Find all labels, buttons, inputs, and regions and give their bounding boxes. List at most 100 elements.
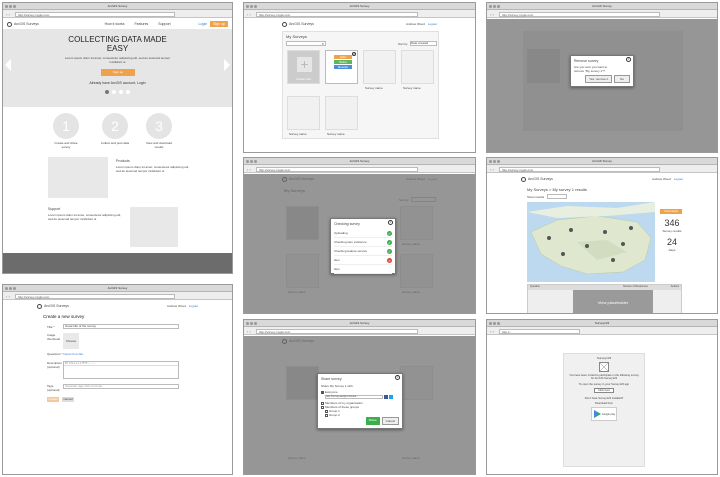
stat-label: Survey results [662,229,682,233]
carousel-dot[interactable] [126,90,130,94]
image-choose-box[interactable]: Choose [63,333,79,349]
back-forward-icon[interactable]: ‹ › [490,329,494,334]
cancel-button[interactable]: Cancel [381,417,399,425]
results-button[interactable]: Results [334,65,352,69]
browser-urlbar: ‹ › http://survey.mygis.com [487,10,717,18]
user-name[interactable]: Andrew Wood [406,22,425,26]
checkbox-checked-icon[interactable] [321,390,324,394]
column-header: Actions [670,285,679,288]
url-field[interactable]: http://survey.mygis.com [256,11,418,17]
checkbox-icon[interactable] [321,405,324,409]
checkbox-icon[interactable] [325,409,328,413]
back-forward-icon[interactable]: ‹ › [490,12,494,17]
browser-urlbar: ‹ › http://survey.mygis.com [244,327,475,335]
checkbox-icon[interactable] [321,401,324,405]
edit-button[interactable]: Edit [334,55,352,59]
user-name[interactable]: Andrew Wood [652,177,671,181]
cancel-button[interactable]: Cancel [62,397,74,402]
carousel-dot[interactable] [105,90,109,94]
survey-tile[interactable] [401,50,434,84]
back-forward-icon[interactable]: ‹ › [490,167,494,172]
confirm-remove-button[interactable]: Yes, remove it [585,75,613,83]
have-account-text[interactable]: Already have ArcGIS account, Login [43,81,192,85]
nav-support[interactable]: Support [158,22,170,26]
url-field[interactable]: http://survey.mygis.com [499,166,660,172]
google-play-badge[interactable]: Google play [591,407,617,421]
url-field[interactable]: http://survey.mygis.com [15,293,176,299]
open-survey-button[interactable]: Click here [594,388,614,393]
back-forward-icon[interactable]: ‹ › [247,329,251,334]
search-input[interactable]: ⌕ [286,41,326,46]
survey-name: Survey name [327,132,345,136]
url-field[interactable]: http://... [499,328,580,334]
signup-button[interactable]: Sign up [210,21,228,27]
tags-label: Tags (optional) [47,384,60,392]
everyone-option[interactable]: Everyone [321,390,399,394]
twitter-icon[interactable] [389,395,393,399]
remove-survey-window: ArcGIS Survey ‹ › http://survey.mygis.com… [486,2,718,153]
url-field[interactable]: http://survey.mygis.com [15,11,176,17]
carousel-dot[interactable] [119,90,123,94]
logout-link[interactable]: Logout [428,22,437,26]
editor-toolbar: B I U S ≡ ≡ ≡ ≡ ☰ ☰ ⁝ ⁝ ⁝ ⁝ ⁝ [64,362,178,366]
url-field[interactable]: http://survey.mygis.com [256,328,418,334]
window-title: Survey123 [594,321,610,325]
window-titlebar: ArcGIS Survey [487,158,717,165]
window-titlebar: ArcGIS Survey [3,3,232,10]
close-icon[interactable]: × [626,57,631,62]
sort-select[interactable]: Date created [410,41,437,46]
map-view[interactable] [527,202,655,282]
create-button[interactable]: Create [47,397,59,402]
window-title: ArcGIS Survey [349,321,370,325]
close-icon[interactable]: × [395,375,400,380]
survey-link-input[interactable]: http://survey.arcgis.com/sur... [325,395,383,399]
remove-dialog: Remove survey × Are you sure you want to… [570,55,634,87]
close-icon[interactable]: × [388,220,393,225]
tags-input[interactable]: Separate tags with commas [63,384,179,389]
back-forward-icon[interactable]: ‹ › [6,12,10,17]
back-forward-icon[interactable]: ‹ › [247,12,251,17]
nav-how-it-works[interactable]: How it works [105,22,125,26]
show-results-select[interactable] [547,194,567,199]
check-row: Checking feature service ✓ [334,247,392,256]
carousel-dot[interactable] [112,90,116,94]
survey-tile[interactable] [287,96,320,130]
everyone-label: Everyone [325,390,338,394]
back-forward-icon[interactable]: ‹ › [6,294,10,299]
delete-icon[interactable]: × [352,52,356,56]
url-field[interactable]: http://survey.mygis.com [256,166,418,172]
share-button[interactable]: Share [334,60,352,64]
title-input[interactable]: Great title of the survey [63,324,179,329]
share-button[interactable]: Share [365,417,380,425]
description-editor[interactable]: B I U S ≡ ≡ ≡ ≡ ☰ ☰ ⁝ ⁝ ⁝ ⁝ ⁝ [63,361,179,379]
back-forward-icon[interactable]: ‹ › [247,167,251,172]
carousel-prev-icon[interactable] [5,59,11,71]
window-titlebar: ArcGIS Survey [244,158,475,165]
description-label: Description (optional) [47,361,63,369]
import-file-link[interactable]: Import from file [63,352,83,356]
survey-tile[interactable] [363,50,396,84]
hero-text: Lorem ipsum dolor sit amet, consectetur … [64,56,171,64]
app-header: ArcGIS Surveys Andrew Wood Logout [278,19,441,29]
browser-urlbar: ‹ › http://... [487,327,717,335]
cancel-button[interactable]: No [614,75,630,83]
survey-tile[interactable]: Edit Share Results × [325,50,358,84]
hero-signup-button[interactable]: Sign up [101,69,135,76]
survey-name: Survey name [289,132,307,136]
error-x-icon: × [387,257,392,263]
create-survey-tile[interactable]: + Create new [287,50,320,84]
globe-logo-icon [521,176,526,182]
facebook-icon[interactable] [384,395,388,399]
download-button[interactable]: Download [660,209,682,214]
url-field[interactable]: http://survey.mygis.com [499,11,660,17]
nav-features[interactable]: Features [134,22,148,26]
user-name[interactable]: Andrew Wood [167,304,186,308]
tile-menu: Edit Share Results [334,55,352,69]
carousel-next-icon[interactable] [224,59,230,71]
card-text: You have been invited to participate in … [569,374,639,380]
survey-tile[interactable] [325,96,358,130]
logout-link[interactable]: Logout [189,304,198,308]
checkbox-icon[interactable] [325,413,328,417]
login-link[interactable]: Login [199,22,208,26]
logout-link[interactable]: Logout [674,177,683,181]
